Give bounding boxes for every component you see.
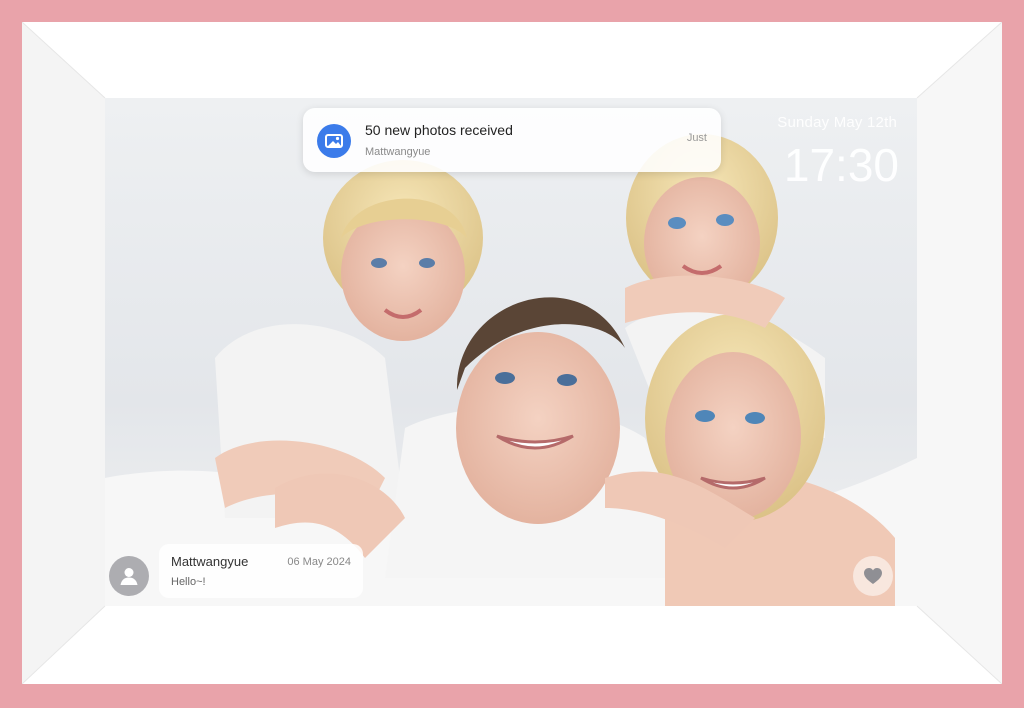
heart-icon[interactable] <box>853 556 893 596</box>
image-icon <box>317 124 351 158</box>
photo-screen[interactable]: 50 new photos received Mattwangyue Just … <box>105 98 917 606</box>
clock-time: 17:30 <box>783 139 899 191</box>
notification-time: Just <box>686 132 707 144</box>
message-text: Hello~! <box>171 576 206 588</box>
user-icon[interactable] <box>109 556 149 596</box>
notification-card[interactable]: 50 new photos received Mattwangyue Just <box>303 108 721 172</box>
notification-title: 50 new photos received <box>365 122 513 138</box>
date-label: Sunday May 12th <box>777 114 897 131</box>
notification-sender: Mattwangyue <box>365 146 431 158</box>
message-card[interactable]: Mattwangyue 06 May 2024 Hello~! <box>159 544 363 598</box>
message-sender-name: Mattwangyue <box>171 554 249 569</box>
message-date: 06 May 2024 <box>287 556 351 568</box>
